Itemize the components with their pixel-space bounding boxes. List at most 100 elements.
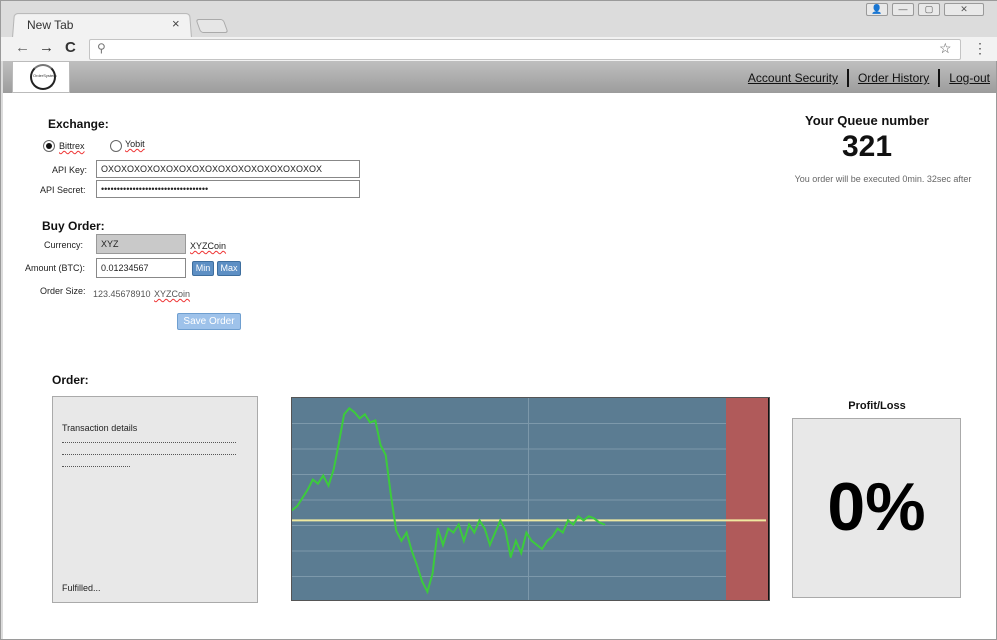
exchange-heading: Exchange: bbox=[48, 117, 109, 131]
price-chart bbox=[291, 397, 770, 601]
tab-close-icon[interactable]: × bbox=[172, 16, 180, 31]
data-point bbox=[535, 543, 538, 546]
currency-input[interactable] bbox=[96, 234, 186, 254]
currency-name: XYZCoin bbox=[190, 241, 227, 251]
price-chart-svg bbox=[292, 398, 769, 600]
profit-loss-value: 0% bbox=[827, 469, 926, 545]
close-window-icon[interactable]: ✕ bbox=[944, 3, 984, 16]
nav-order-history[interactable]: Order History bbox=[858, 71, 929, 85]
data-point bbox=[473, 531, 476, 534]
data-point bbox=[520, 552, 523, 554]
data-point bbox=[530, 539, 533, 542]
app-header: OrderSystem Account Security Order Histo… bbox=[3, 61, 996, 93]
data-point bbox=[374, 419, 377, 422]
browser-menu-icon[interactable]: ⋮ bbox=[973, 40, 987, 57]
data-point bbox=[598, 521, 601, 524]
data-point bbox=[322, 474, 325, 477]
reload-icon[interactable]: C bbox=[65, 39, 76, 56]
data-point bbox=[332, 468, 335, 471]
queue-note: You order will be executed 0min. 32sec a… bbox=[794, 174, 972, 184]
nav-separator bbox=[846, 69, 849, 87]
data-point bbox=[431, 572, 434, 575]
api-secret-label: API Secret: bbox=[40, 185, 86, 195]
address-bar[interactable] bbox=[89, 39, 961, 60]
api-secret-input[interactable] bbox=[96, 180, 360, 198]
save-order-button[interactable]: Save Order bbox=[177, 313, 241, 330]
data-point bbox=[567, 519, 569, 522]
data-point bbox=[327, 484, 330, 487]
data-point bbox=[587, 515, 590, 518]
data-point bbox=[421, 580, 424, 583]
logo[interactable]: OrderSystem bbox=[12, 61, 70, 93]
detail-line bbox=[62, 442, 236, 443]
radio-bittrex[interactable] bbox=[43, 140, 55, 152]
data-point bbox=[582, 519, 585, 522]
time-cursor bbox=[768, 398, 769, 600]
data-point bbox=[306, 488, 309, 491]
data-point bbox=[572, 523, 575, 526]
user-icon[interactable]: 👤 bbox=[866, 3, 888, 16]
nav-account-security[interactable]: Account Security bbox=[748, 71, 838, 85]
order-size-label: Order Size: bbox=[40, 286, 86, 296]
data-point bbox=[541, 548, 543, 550]
order-size-value: 123.45678910 bbox=[93, 289, 151, 299]
amount-input[interactable] bbox=[96, 258, 186, 278]
new-tab-button[interactable] bbox=[195, 19, 229, 33]
data-point bbox=[384, 454, 387, 457]
transaction-details-title: Transaction details bbox=[62, 423, 138, 433]
data-point bbox=[504, 529, 507, 532]
minimize-icon[interactable]: — bbox=[892, 3, 914, 16]
data-point bbox=[436, 527, 439, 530]
radio-bittrex-label: Bittrex bbox=[59, 141, 85, 151]
order-status: Fulfilled... bbox=[62, 583, 101, 593]
radio-yobit[interactable] bbox=[110, 140, 122, 152]
search-icon: ⚲ bbox=[97, 41, 106, 55]
future-zone bbox=[726, 398, 768, 600]
logo-text: OrderSystem bbox=[33, 73, 57, 78]
queue-title: Your Queue number bbox=[805, 113, 929, 128]
back-icon[interactable]: ← bbox=[15, 39, 30, 56]
data-point bbox=[447, 527, 450, 530]
data-point bbox=[353, 411, 356, 414]
browser-window: New Tab × 👤 — ▢ ✕ ← → C ⚲ ☆ ⋮ OrderSyste… bbox=[0, 0, 997, 640]
data-point bbox=[369, 421, 372, 424]
data-point bbox=[499, 519, 502, 522]
data-point bbox=[343, 413, 345, 416]
detail-line bbox=[62, 454, 236, 455]
data-point bbox=[556, 527, 559, 530]
min-button[interactable]: Min bbox=[192, 261, 214, 276]
data-point bbox=[457, 523, 460, 526]
data-point bbox=[593, 517, 595, 520]
transaction-details-box: Transaction details Fulfilled... bbox=[52, 396, 258, 603]
data-point bbox=[478, 519, 481, 522]
data-point bbox=[442, 543, 444, 546]
data-point bbox=[546, 539, 549, 542]
nav-log-out[interactable]: Log-out bbox=[949, 71, 990, 85]
max-button[interactable]: Max bbox=[217, 261, 241, 276]
data-point bbox=[577, 515, 580, 518]
nav-separator bbox=[938, 69, 941, 87]
detail-line bbox=[62, 466, 130, 467]
bookmark-star-icon[interactable]: ☆ bbox=[939, 40, 952, 57]
forward-icon[interactable]: → bbox=[39, 39, 54, 56]
data-point bbox=[489, 543, 491, 546]
window-controls: 👤 — ▢ ✕ bbox=[866, 3, 984, 16]
page-content: OrderSystem Account Security Order Histo… bbox=[3, 61, 996, 639]
data-point bbox=[405, 531, 408, 534]
data-point bbox=[317, 482, 319, 485]
data-point bbox=[400, 539, 403, 542]
data-point bbox=[452, 531, 455, 534]
data-point bbox=[311, 478, 314, 481]
data-point bbox=[483, 527, 486, 530]
maximize-icon[interactable]: ▢ bbox=[918, 3, 940, 16]
data-point bbox=[390, 495, 392, 497]
tab-title: New Tab bbox=[27, 18, 74, 32]
data-point bbox=[301, 497, 304, 499]
radio-yobit-label: Yobit bbox=[125, 139, 145, 149]
currency-label: Currency: bbox=[44, 240, 84, 250]
data-point bbox=[494, 531, 497, 534]
api-key-label: API Key: bbox=[52, 165, 88, 175]
buy-order-heading: Buy Order: bbox=[42, 219, 105, 233]
api-key-input[interactable] bbox=[96, 160, 360, 178]
data-point bbox=[462, 539, 465, 542]
